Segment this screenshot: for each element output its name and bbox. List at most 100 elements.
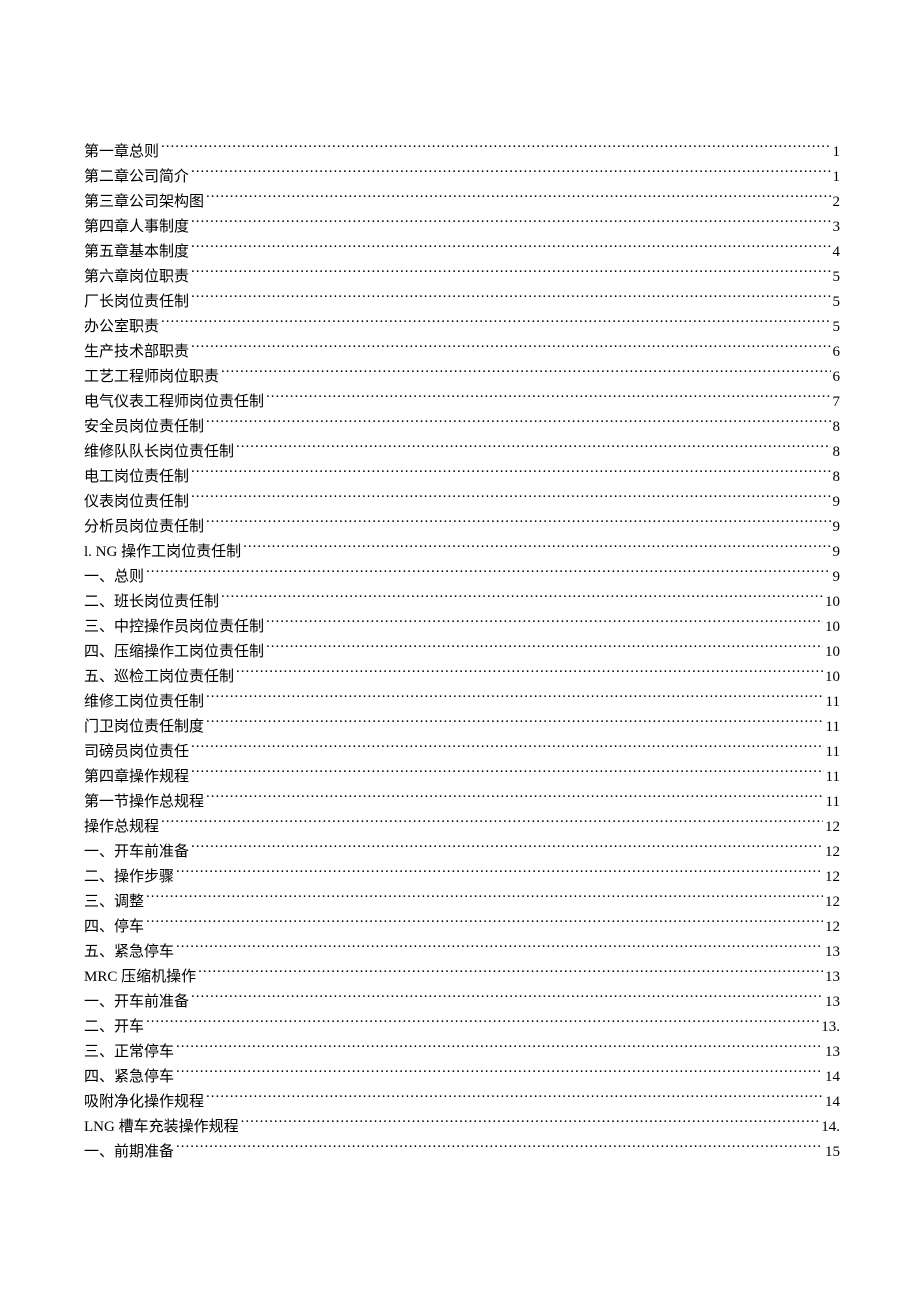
toc-entry: 生产技术部职责6 <box>84 340 840 365</box>
toc-title: 二、班长岗位责任制 <box>84 590 219 615</box>
toc-title: 四、停车 <box>84 915 144 940</box>
toc-entry: 三、中控操作员岗位责任制10 <box>84 615 840 640</box>
toc-page-number: 1 <box>833 165 841 190</box>
toc-title: 办公室职责 <box>84 315 159 340</box>
toc-title: 第六章岗位职责 <box>84 265 189 290</box>
toc-entry: 第一章总则 1 <box>84 140 840 165</box>
toc-page-number: 15 <box>825 1140 840 1165</box>
toc-entry: 四、停车 12 <box>84 915 840 940</box>
toc-page-number: 10 <box>825 640 840 665</box>
toc-title: 维修队队长岗位责任制 <box>84 440 234 465</box>
toc-page-number: 11 <box>826 715 840 740</box>
toc-title: 一、总则 <box>84 565 144 590</box>
toc-title: 第四章操作规程 <box>84 765 189 790</box>
toc-page-number: 2 <box>833 190 841 215</box>
toc-title: 第三章公司架构图 <box>84 190 204 215</box>
toc-leader-dots <box>191 491 830 506</box>
toc-leader-dots <box>221 366 830 381</box>
toc-leader-dots <box>191 766 824 781</box>
toc-title: 司磅员岗位责任 <box>84 740 189 765</box>
toc-title: 二、操作步骤 <box>84 865 174 890</box>
toc-leader-dots <box>176 1141 823 1156</box>
toc-leader-dots <box>206 716 824 731</box>
toc-page-number: 8 <box>833 415 841 440</box>
toc-title: 操作总规程 <box>84 815 159 840</box>
toc-entry: 第三章公司架构图 2 <box>84 190 840 215</box>
toc-title: 四、紧急停车 <box>84 1065 174 1090</box>
toc-entry: 门卫岗位责任制度11 <box>84 715 840 740</box>
toc-title: 二、开车 <box>84 1015 144 1040</box>
toc-entry: MRC 压缩机操作 13 <box>84 965 840 990</box>
toc-page-number: 14 <box>825 1065 840 1090</box>
toc-leader-dots <box>191 266 830 281</box>
toc-entry: 二、操作步骤 12 <box>84 865 840 890</box>
toc-title: MRC 压缩机操作 <box>84 965 196 990</box>
toc-page-number: 12 <box>825 890 840 915</box>
toc-page-number: 13 <box>825 940 840 965</box>
toc-entry: 一、前期准备15 <box>84 1140 840 1165</box>
toc-entry: 第四章操作规程11 <box>84 765 840 790</box>
toc-page-number: 9 <box>833 540 841 565</box>
toc-leader-dots <box>266 391 830 406</box>
toc-page-number: 8 <box>833 440 841 465</box>
toc-page-number: 5 <box>833 265 841 290</box>
toc-page-number: 11 <box>826 740 840 765</box>
toc-title: 第二章公司简介 <box>84 165 189 190</box>
toc-title: LNG 槽车充装操作规程 <box>84 1115 239 1140</box>
toc-entry: 一、开车前准备13 <box>84 990 840 1015</box>
toc-page-number: 12 <box>825 865 840 890</box>
toc-page-number: 6 <box>833 365 841 390</box>
toc-page-number: 13 <box>825 990 840 1015</box>
toc-entry: 四、紧急停车 14 <box>84 1065 840 1090</box>
toc-entry: 一、开车前准备12 <box>84 840 840 865</box>
toc-title: 仪表岗位责任制 <box>84 490 189 515</box>
toc-title: 电气仪表工程师岗位责任制 <box>84 390 264 415</box>
toc-title: 第一节操作总规程 <box>84 790 204 815</box>
toc-leader-dots <box>191 991 823 1006</box>
toc-page-number: 12 <box>825 915 840 940</box>
toc-page-number: 9 <box>833 490 841 515</box>
toc-page-number: 5 <box>833 315 841 340</box>
toc-page-number: 13. <box>821 1015 840 1040</box>
toc-entry: 分析员岗位责任制9 <box>84 515 840 540</box>
toc-entry: 仪表岗位责任制 9 <box>84 490 840 515</box>
toc-leader-dots <box>161 816 823 831</box>
toc-leader-dots <box>161 141 830 156</box>
toc-page-number: 9 <box>833 515 841 540</box>
toc-leader-dots <box>206 516 830 531</box>
toc-entry: 二、班长岗位责任制10 <box>84 590 840 615</box>
toc-title: 第四章人事制度 <box>84 215 189 240</box>
toc-page-number: 14 <box>825 1090 840 1115</box>
toc-page-number: 1 <box>833 140 841 165</box>
toc-leader-dots <box>206 791 824 806</box>
toc-page-number: 13 <box>825 965 840 990</box>
toc-title: 五、巡检工岗位责任制 <box>84 665 234 690</box>
toc-leader-dots <box>146 1016 819 1031</box>
toc-entry: 第二章公司简介 1 <box>84 165 840 190</box>
toc-leader-dots <box>176 866 823 881</box>
toc-leader-dots <box>206 1091 823 1106</box>
toc-entry: 二、开车 13. <box>84 1015 840 1040</box>
toc-page-number: 10 <box>825 665 840 690</box>
toc-leader-dots <box>191 216 830 231</box>
toc-entry: 维修队队长岗位责任制 8 <box>84 440 840 465</box>
toc-title: 一、开车前准备 <box>84 840 189 865</box>
toc-page-number: 12 <box>825 815 840 840</box>
toc-leader-dots <box>191 841 823 856</box>
toc-title: 厂长岗位责任制 <box>84 290 189 315</box>
toc-title: 三、中控操作员岗位责任制 <box>84 615 264 640</box>
toc-entry: 操作总规程 12 <box>84 815 840 840</box>
toc-title: 四、压缩操作工岗位责任制 <box>84 640 264 665</box>
toc-entry: 工艺工程师岗位职责6 <box>84 365 840 390</box>
toc-title: 第一章总则 <box>84 140 159 165</box>
toc-page-number: 4 <box>833 240 841 265</box>
toc-page-number: 7 <box>833 390 841 415</box>
toc-leader-dots <box>191 466 830 481</box>
toc-entry: 四、压缩操作工岗位责任制 10 <box>84 640 840 665</box>
toc-entry: 五、巡检工岗位责任制 10 <box>84 665 840 690</box>
toc-leader-dots <box>146 916 823 931</box>
toc-leader-dots <box>206 416 830 431</box>
toc-page-number: 8 <box>833 465 841 490</box>
toc-leader-dots <box>191 166 830 181</box>
toc-entry: LNG 槽车充装操作规程14. <box>84 1115 840 1140</box>
